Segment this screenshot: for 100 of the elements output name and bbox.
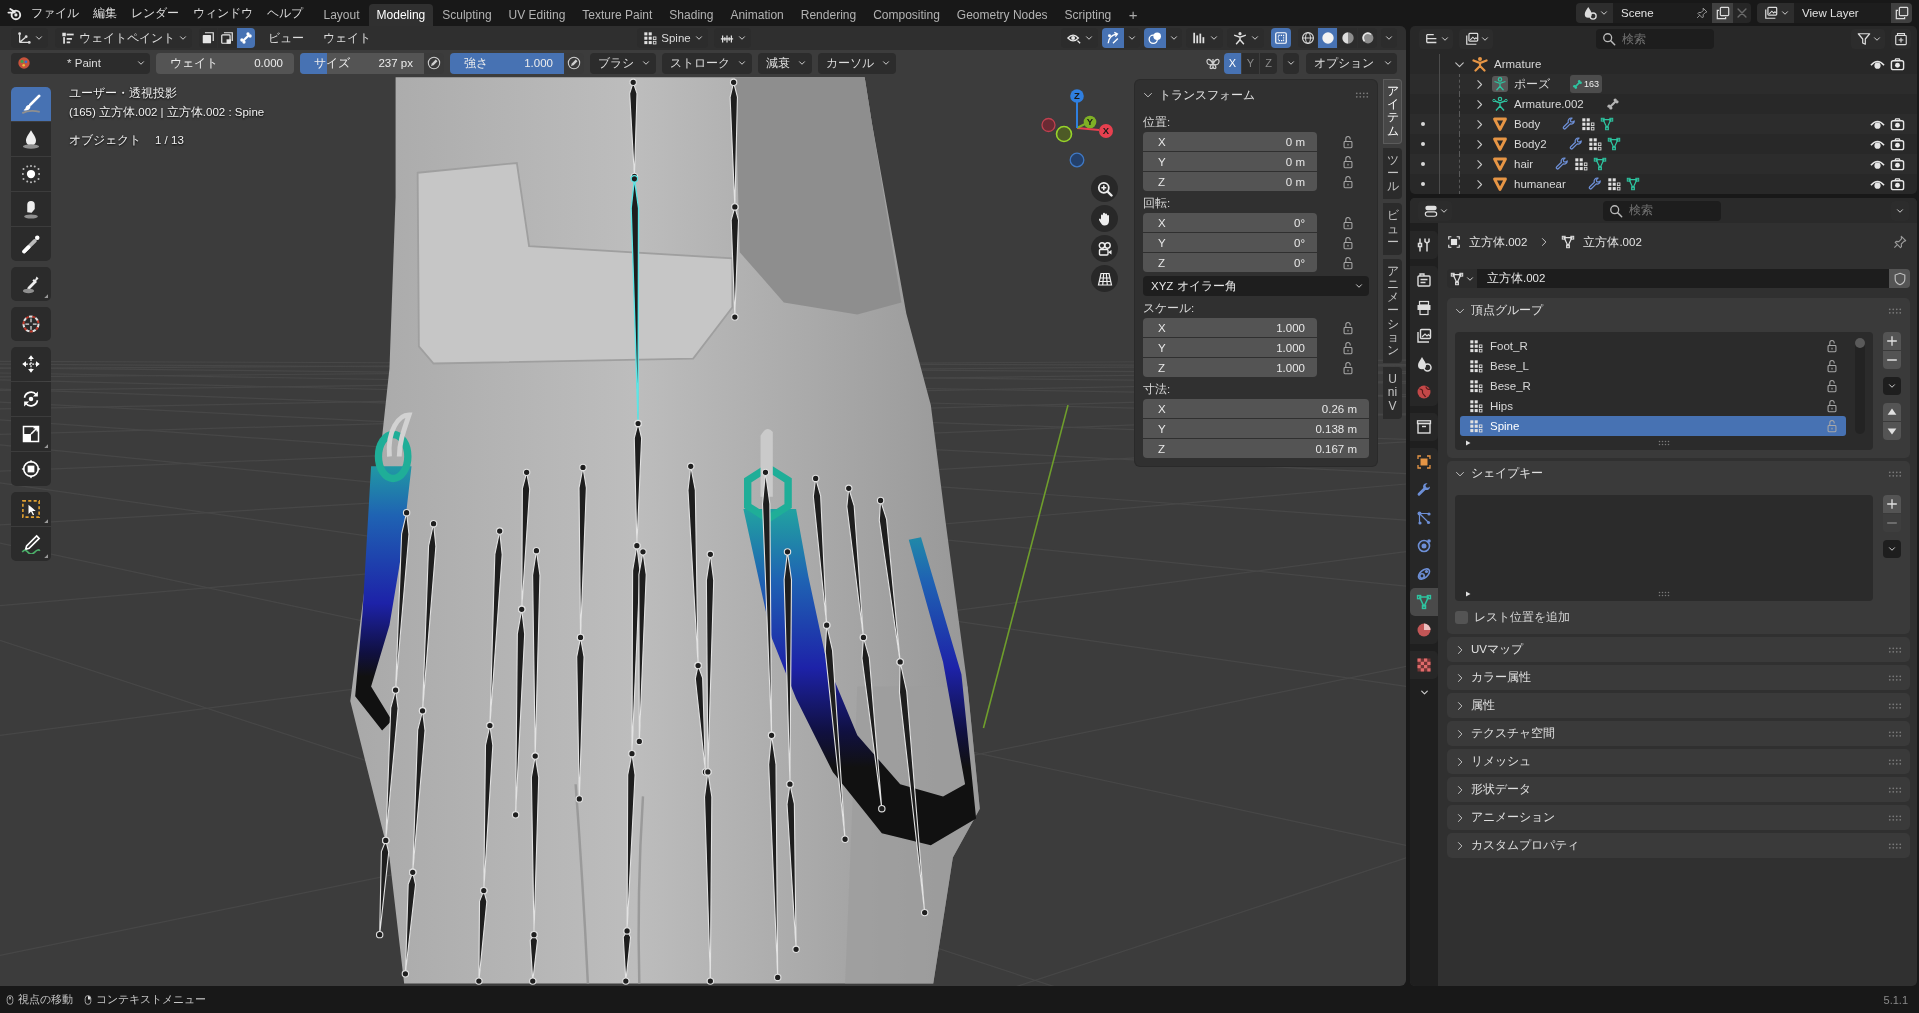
unlocked-icon[interactable]: [1341, 154, 1355, 169]
unlocked-icon[interactable]: [1341, 174, 1355, 189]
panel-header[interactable]: 頂点グループ: [1447, 298, 1910, 323]
pan-button[interactable]: [1091, 205, 1118, 232]
unlocked-icon[interactable]: [1341, 215, 1355, 230]
wrench-icon[interactable]: [1555, 157, 1570, 171]
unlocked-icon[interactable]: [1341, 320, 1355, 335]
tool-button[interactable]: [11, 267, 51, 301]
number-field[interactable]: Z 0.167 m: [1143, 439, 1369, 458]
unlocked-icon[interactable]: [1341, 340, 1355, 355]
vertex-group-item[interactable]: Foot_R: [1460, 336, 1846, 356]
number-field[interactable]: Y 0.138 m: [1143, 419, 1369, 438]
unlocked-icon[interactable]: [1341, 360, 1355, 375]
view-layer-name-field[interactable]: View Layer: [1794, 3, 1891, 23]
chevron-right-icon[interactable]: [1474, 178, 1485, 190]
menu-item[interactable]: ウィンドウ: [186, 3, 260, 23]
square-grid-icon[interactable]: [1587, 137, 1602, 151]
tool-button[interactable]: [11, 452, 51, 486]
vertex-group-item[interactable]: Hips: [1460, 396, 1846, 416]
number-field[interactable]: X 0°: [1143, 213, 1317, 232]
vertex-group-item[interactable]: Bese_L: [1460, 356, 1846, 376]
workspace-tab[interactable]: Sculpting: [434, 4, 500, 26]
triangle-mesh-icon[interactable]: [1606, 137, 1621, 151]
wrench-icon[interactable]: [1587, 177, 1602, 191]
mode-toggle-dot[interactable]: [1421, 142, 1425, 146]
wrench-icon[interactable]: [1568, 137, 1583, 151]
number-field[interactable]: Y 0 m: [1143, 152, 1317, 171]
fake-user-button[interactable]: [1889, 269, 1910, 288]
triangle-mesh-icon[interactable]: [1600, 117, 1615, 131]
panel-header[interactable]: テクスチャ空間: [1447, 721, 1910, 746]
number-field[interactable]: Z 0°: [1143, 253, 1317, 272]
tool-button[interactable]: [11, 307, 51, 341]
outliner-row[interactable]: hair: [1410, 154, 1917, 174]
panel-header[interactable]: シェイプキー: [1447, 461, 1910, 486]
chevron-right-icon[interactable]: [1474, 98, 1485, 110]
workspace-tab[interactable]: Geometry Nodes: [949, 4, 1056, 26]
overlays-toggle[interactable]: [1144, 28, 1166, 48]
search-field[interactable]: 検索: [1596, 29, 1714, 49]
camera-icon[interactable]: [1890, 156, 1905, 172]
wrench-icon[interactable]: [1562, 117, 1577, 131]
options-dropdown[interactable]: オプション: [1306, 52, 1397, 74]
scene-browse-button[interactable]: [1576, 3, 1613, 23]
menu-item[interactable]: ビュー: [262, 30, 310, 46]
sidebar-tab[interactable]: ビュー: [1383, 203, 1402, 255]
panel-header[interactable]: リメッシュ: [1447, 749, 1910, 774]
triangle-right-icon[interactable]: [1464, 590, 1472, 598]
menu-item[interactable]: レンダー: [124, 3, 186, 23]
caret-icon[interactable]: [1419, 688, 1429, 697]
add-workspace-button[interactable]: +: [1120, 4, 1146, 26]
workspace-tab[interactable]: Animation: [722, 4, 792, 26]
sidebar-tab[interactable]: ツール: [1383, 147, 1402, 200]
number-field[interactable]: X 0.26 m: [1143, 399, 1369, 418]
mesh-name-field[interactable]: 立方体.002: [1477, 269, 1889, 288]
camera-icon[interactable]: [1890, 136, 1905, 152]
tool-button[interactable]: [11, 157, 51, 191]
axis-handle[interactable]: Z: [1070, 89, 1084, 129]
vertex-group-item[interactable]: Bese_R: [1460, 376, 1846, 396]
unlocked-icon[interactable]: [1825, 339, 1839, 353]
workspace-tab[interactable]: UV Editing: [501, 4, 573, 26]
move-down-button[interactable]: [1883, 422, 1901, 440]
number-field[interactable]: Z 0 m: [1143, 172, 1317, 191]
move-up-button[interactable]: [1883, 403, 1901, 421]
panel-header[interactable]: カスタムプロパティ: [1447, 833, 1910, 858]
outliner-row[interactable]: humanear: [1410, 174, 1917, 194]
number-field[interactable]: Z 1.000: [1143, 358, 1317, 377]
tool-button[interactable]: [11, 527, 51, 561]
select-mode-button[interactable]: [237, 28, 255, 48]
number-field[interactable]: X 1.000: [1143, 318, 1317, 337]
mesh-browse-button[interactable]: [1447, 269, 1477, 288]
brush-dropdown[interactable]: * Paint: [11, 52, 150, 74]
panel-header[interactable]: トランスフォーム: [1143, 80, 1369, 110]
add-button[interactable]: [1883, 495, 1901, 513]
square-grid-icon[interactable]: [1581, 117, 1596, 131]
remove-button[interactable]: [1883, 351, 1901, 369]
workspace-tab[interactable]: Rendering: [793, 4, 864, 26]
workspace-tab[interactable]: Scripting: [1057, 4, 1119, 26]
sidebar-tab[interactable]: UniV: [1383, 367, 1402, 419]
panel-header[interactable]: 形状データ: [1447, 777, 1910, 802]
vertex-group-dropdown[interactable]: Spine: [637, 28, 708, 48]
outliner-row[interactable]: ポーズ 163: [1410, 74, 1917, 94]
value-slider[interactable]: 強さ 1.000: [450, 52, 564, 74]
mode-toggle-dot[interactable]: [1421, 182, 1425, 186]
scrollbar-thumb[interactable]: [1855, 338, 1865, 348]
menu-item[interactable]: ファイル: [24, 3, 86, 23]
unlocked-icon[interactable]: [1341, 134, 1355, 149]
mode-dropdown[interactable]: ウェイトペイント: [55, 28, 192, 48]
unlocked-icon[interactable]: [1341, 255, 1355, 270]
unlocked-icon[interactable]: [1825, 359, 1839, 373]
unlocked-icon[interactable]: [1341, 235, 1355, 250]
menu-dropdown[interactable]: ブラシ: [590, 52, 656, 74]
mode-toggle-dot[interactable]: [1421, 122, 1425, 126]
menu-item[interactable]: 編集: [86, 3, 124, 23]
scrollbar-track[interactable]: [1855, 338, 1865, 434]
chevron-right-icon[interactable]: [1474, 118, 1485, 130]
workspace-tab[interactable]: Layout: [316, 4, 368, 26]
triangle-mesh-icon[interactable]: [1593, 157, 1608, 171]
editor-type-button[interactable]: [1419, 29, 1453, 49]
menu-dropdown[interactable]: ストローク: [662, 52, 752, 74]
panel-header[interactable]: アニメーション: [1447, 805, 1910, 830]
tool-button[interactable]: [11, 417, 51, 451]
